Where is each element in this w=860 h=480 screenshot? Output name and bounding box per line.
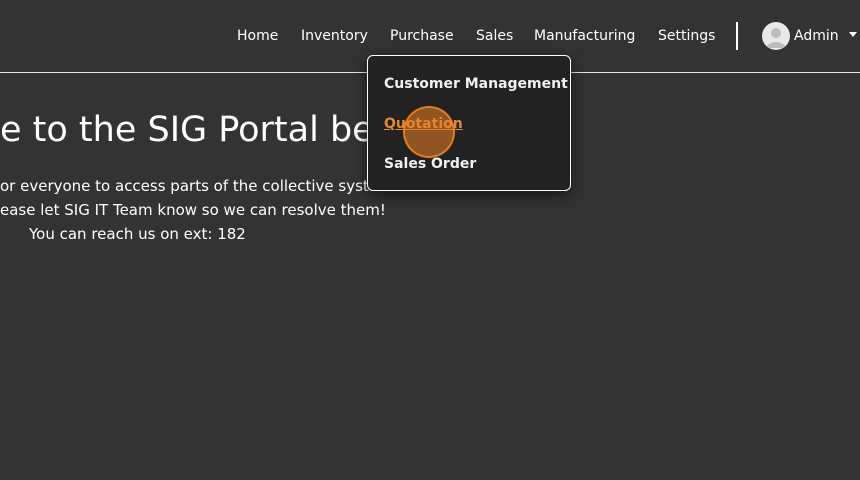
menu-item-sales-order[interactable]: Sales Order [384, 154, 476, 174]
menu-item-quotation[interactable]: Quotation [384, 114, 463, 134]
sales-dropdown-menu: Customer Management Quotation Sales Orde… [367, 55, 571, 191]
welcome-text-line-3: You can reach us on ext: 182 [29, 225, 246, 243]
welcome-text-line-1: or everyone to access parts of the colle… [0, 177, 385, 195]
nav-item-sales[interactable]: Sales [476, 26, 513, 46]
nav-item-inventory[interactable]: Inventory [301, 26, 368, 46]
caret-down-icon[interactable] [849, 32, 857, 37]
main-nav: Home Inventory Purchase Sales Manufactur… [0, 26, 860, 46]
welcome-text-line-2: ease let SIG IT Team know so we can reso… [0, 201, 386, 219]
welcome-heading: e to the SIG Portal bet [0, 110, 388, 150]
user-name[interactable]: Admin [794, 26, 839, 46]
nav-item-settings[interactable]: Settings [658, 26, 715, 46]
nav-divider [736, 22, 738, 50]
page: Home Inventory Purchase Sales Manufactur… [0, 0, 860, 480]
nav-item-purchase[interactable]: Purchase [390, 26, 454, 46]
user-avatar-icon[interactable] [762, 22, 790, 50]
nav-item-home[interactable]: Home [237, 26, 278, 46]
nav-item-manufacturing[interactable]: Manufacturing [534, 26, 635, 46]
menu-item-customer-management[interactable]: Customer Management [384, 74, 568, 94]
